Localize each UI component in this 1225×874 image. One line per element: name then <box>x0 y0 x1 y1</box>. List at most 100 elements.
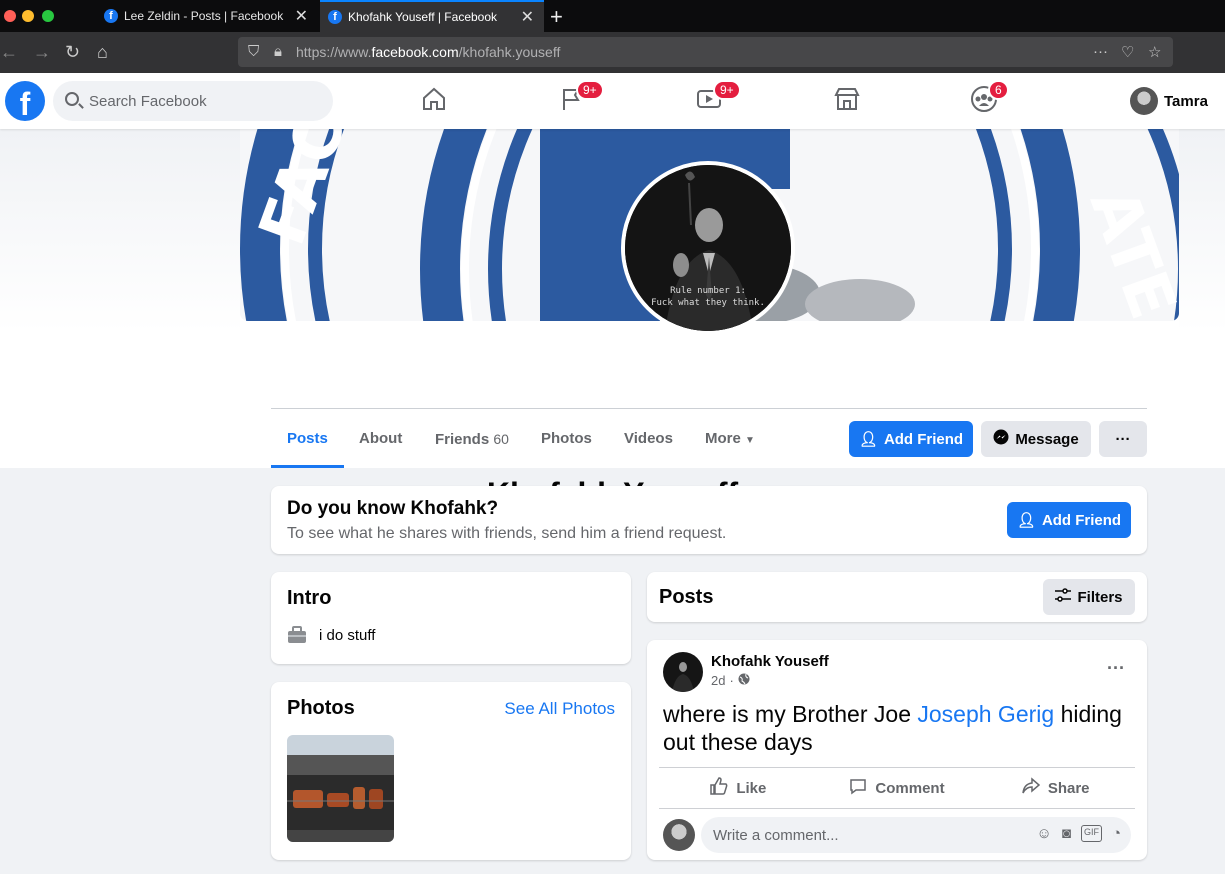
user-name: Tamra <box>1164 92 1208 110</box>
back-icon[interactable]: ← <box>0 42 18 63</box>
add-friend-button[interactable]: 👤︎ Add Friend <box>1007 502 1131 538</box>
lock-icon[interactable]: 🔒︎ <box>274 43 282 60</box>
close-window-button[interactable] <box>4 10 16 22</box>
comment-box[interactable]: ☺ ◙ GIF ◔ <box>701 817 1131 853</box>
marketplace-icon <box>834 88 860 110</box>
tab-title: Lee Zeldin - Posts | Facebook <box>124 9 284 23</box>
nav-home-button[interactable] <box>420 85 450 115</box>
tab-more[interactable]: More ▼ <box>689 418 771 468</box>
notification-badge: 6 <box>988 80 1009 100</box>
page-actions-icon[interactable]: ··· <box>1093 43 1108 60</box>
post-author-name[interactable]: Khofahk Youseff <box>711 653 829 670</box>
add-friend-button[interactable]: 👤︎ Add Friend <box>849 421 973 457</box>
facebook-favicon-icon: f <box>328 10 342 24</box>
url-bar[interactable]: ⛉ 🔒︎ https://www.facebook.com/khofahk.yo… <box>238 37 1173 67</box>
avatar <box>1130 87 1158 115</box>
home-icon[interactable]: ⌂ <box>97 42 108 63</box>
photos-title: Photos <box>287 697 355 719</box>
post-author-avatar[interactable] <box>663 652 703 692</box>
messenger-icon <box>993 429 1009 449</box>
globe-icon <box>738 673 750 688</box>
commenter-avatar[interactable] <box>663 819 695 851</box>
filters-button[interactable]: Filters <box>1043 579 1135 615</box>
search-input[interactable] <box>89 81 319 121</box>
comment-input[interactable] <box>701 817 1001 853</box>
search-icon <box>65 92 79 106</box>
pocket-icon[interactable]: ♡ <box>1121 43 1134 61</box>
camera-icon[interactable]: ◙ <box>1062 825 1071 842</box>
shield-icon[interactable]: ⛉ <box>248 43 259 60</box>
minimize-window-button[interactable] <box>22 10 34 22</box>
intro-card: Intro i do stuff <box>271 572 631 664</box>
home-icon <box>423 87 445 110</box>
post-menu-button[interactable]: ··· <box>1107 658 1125 679</box>
intro-title: Intro <box>287 587 332 609</box>
intro-item-text: i do stuff <box>319 626 376 644</box>
facebook-favicon-icon: f <box>104 9 118 23</box>
photo-thumbnail[interactable] <box>287 735 394 842</box>
browser-tab-khofahk[interactable]: f Khofahk Youseff | Facebook ✕ <box>320 0 544 32</box>
grill-photo-image <box>287 735 394 842</box>
browser-nav-bar: ← → ↻ ⌂ ⛉ 🔒︎ https://www.facebook.com/kh… <box>0 32 1225 73</box>
add-friend-icon: 👤︎ <box>858 431 878 448</box>
tab-title: Khofahk Youseff | Facebook <box>348 10 498 24</box>
mention-link[interactable]: Joseph Gerig <box>917 701 1054 727</box>
nav-marketplace-button[interactable] <box>833 85 863 115</box>
briefcase-icon <box>288 626 306 643</box>
posts-title: Posts <box>659 586 714 608</box>
browser-tab-bar: f Lee Zeldin - Posts | Facebook ✕ f Khof… <box>0 0 1225 32</box>
share-button[interactable]: Share <box>976 768 1135 808</box>
notification-badge: 9+ <box>713 80 741 100</box>
see-all-photos-link[interactable]: See All Photos <box>504 699 615 719</box>
nav-watch-button[interactable]: 9+ <box>695 80 741 115</box>
post-card: Khofahk Youseff 2d · ··· where is my Bro… <box>647 640 1147 860</box>
thumbs-up-icon <box>710 776 728 800</box>
right-gradient <box>1179 129 1225 468</box>
facebook-header: f 9+ 9+ 6 Tamra <box>0 73 1225 129</box>
facebook-logo[interactable]: f <box>5 81 45 121</box>
nav-pages-button[interactable]: 9+ <box>558 80 604 115</box>
bookmark-star-icon[interactable]: ☆ <box>1148 43 1161 61</box>
do-you-know-subtitle: To see what he shares with friends, send… <box>287 525 727 542</box>
photos-card: Photos See All Photos <box>271 682 631 860</box>
profile-picture[interactable]: Rule number 1: Fuck what they think. <box>621 161 795 335</box>
tab-posts[interactable]: Posts <box>271 418 344 468</box>
sticker-icon[interactable]: ◔ <box>1112 825 1121 842</box>
post-time[interactable]: 2d <box>711 673 725 688</box>
divider <box>271 408 1147 409</box>
like-button[interactable]: Like <box>659 768 818 808</box>
nav-groups-button[interactable]: 6 <box>970 80 1009 115</box>
forward-icon[interactable]: → <box>33 42 51 63</box>
comment-tools: ☺ ◙ GIF ◔ <box>1037 825 1121 842</box>
new-tab-icon[interactable]: + <box>550 4 563 30</box>
tab-videos[interactable]: Videos <box>608 418 689 468</box>
tab-friends[interactable]: Friends 60 <box>419 418 525 468</box>
avatar <box>672 662 694 692</box>
picture-caption-line-1: Rule number 1: <box>670 286 746 296</box>
gif-icon[interactable]: GIF <box>1080 825 1102 842</box>
search-box[interactable] <box>53 81 333 121</box>
more-options-button[interactable]: ··· <box>1099 421 1147 457</box>
comment-button[interactable]: Comment <box>818 768 977 808</box>
posts-header-card: Posts Filters <box>647 572 1147 622</box>
do-you-know-card: Do you know Khofahk? To see what he shar… <box>271 486 1147 554</box>
maximize-window-button[interactable] <box>42 10 54 22</box>
browser-tab-lee-zeldin[interactable]: f Lee Zeldin - Posts | Facebook ✕ <box>96 0 318 32</box>
message-button[interactable]: Message <box>981 421 1091 457</box>
post-meta: 2d · <box>711 673 750 688</box>
user-profile-chip[interactable]: Tamra <box>1130 87 1208 115</box>
add-friend-icon: 👤︎ <box>1016 512 1036 529</box>
close-tab-icon[interactable]: ✕ <box>295 6 308 26</box>
tab-about[interactable]: About <box>343 418 418 468</box>
tab-photos[interactable]: Photos <box>525 418 608 468</box>
share-icon <box>1022 776 1040 800</box>
reload-icon[interactable]: ↻ <box>65 42 80 63</box>
close-tab-icon[interactable]: ✕ <box>521 7 534 27</box>
intro-item: i do stuff <box>287 626 375 644</box>
url-text[interactable]: https://www.facebook.com/khofahk.youseff <box>296 44 560 60</box>
do-you-know-title: Do you know Khofahk? <box>287 498 499 519</box>
post-text: where is my Brother Joe Joseph Gerig hid… <box>663 701 1122 755</box>
filters-icon <box>1055 588 1072 606</box>
post-actions: Like Comment Share <box>659 767 1135 809</box>
emoji-icon[interactable]: ☺ <box>1037 825 1052 842</box>
